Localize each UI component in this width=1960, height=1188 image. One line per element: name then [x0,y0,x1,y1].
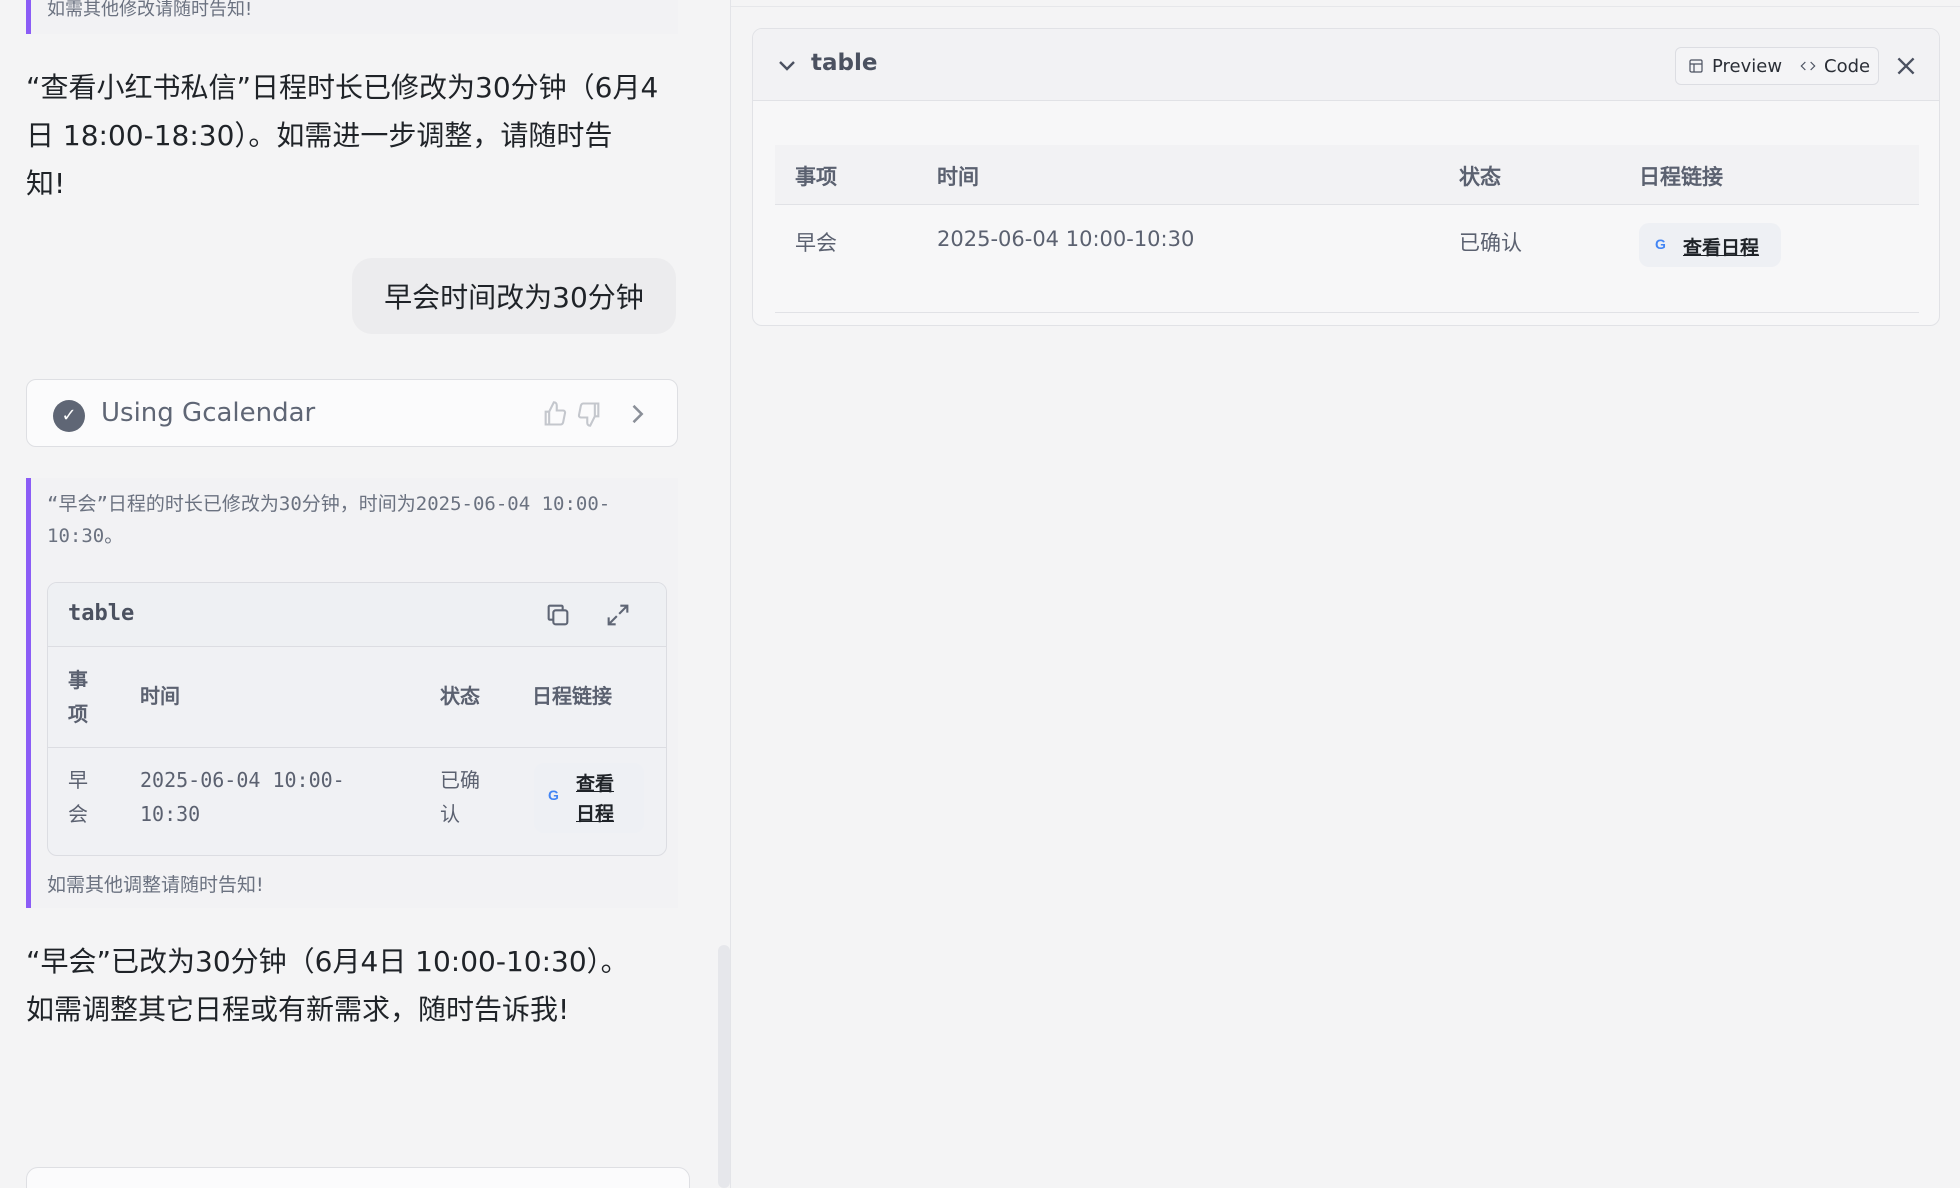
table-header-time: 时间 [140,684,180,708]
table-cell-status: 已确 认 [440,768,480,826]
calendar-link-pill[interactable]: G 查看日程 [1639,223,1781,267]
check-circle-icon: ✓ [53,400,85,432]
tool-call-label: Using Gcalendar [101,398,316,428]
previous-tool-output-quote: 如需其他修改请随时告知! [26,0,678,34]
calendar-link-pill[interactable]: G 查看 日程 [534,763,644,833]
quote-text: 如需其他修改请随时告知! [47,0,253,20]
pane-divider[interactable] [730,0,731,1188]
calendar-link[interactable]: 查看 日程 [576,769,614,829]
table-cell-status: 已确认 [1459,231,1522,255]
next-card-partial [26,1167,690,1188]
table-header-row: 事项 时间 状态 日程链接 [775,145,1919,205]
artifact-panel: table Preview Code 事项 时间 状态 日程链接 早会 2025… [752,28,1940,326]
code-icon [1800,61,1816,71]
table-bottom-border [775,312,1919,313]
table-cell-time: 2025-06-04 10:00-10:30 [937,227,1195,251]
table-cell-time: 2025-06-04 10:00- 10:30 [140,768,345,826]
chat-pane[interactable]: 如需其他修改请随时告知! “查看小红书私信”日程时长已修改为30分钟（6月4 日… [0,0,730,1188]
artifact-title: table [811,50,878,76]
quote-footer: 如需其他调整请随时告知! [47,874,264,896]
close-icon[interactable] [1893,53,1919,79]
chat-scrollbar[interactable] [718,945,730,1188]
assistant-message-line: “早会”已改为30分钟（6月4日 10:00-10:30）。 [26,945,629,978]
artifact-header: table Preview Code [753,29,1939,101]
view-toggle: Preview Code [1675,47,1879,85]
assistant-message-line: 日 18:00-18:30）。如需进一步调整，请随时告 [26,119,613,152]
preview-button[interactable]: Preview [1688,48,1782,84]
table-header-item: 事 项 [68,668,88,726]
code-label: Code [1824,55,1871,77]
column-header-status: 状态 [1459,165,1501,189]
copy-icon[interactable] [544,601,572,629]
assistant-message-line: 知! [26,167,66,200]
code-button[interactable]: Code [1798,48,1870,84]
tool-call-card[interactable]: ✓ Using Gcalendar [26,379,678,447]
chevron-right-icon[interactable] [623,400,651,428]
table-block-title: table [68,601,135,626]
table-header-status: 状态 [440,684,480,708]
calendar-link[interactable]: 查看日程 [1683,233,1759,260]
google-icon: G [548,787,559,803]
table-divider [48,747,666,748]
column-header-link: 日程链接 [1639,165,1723,189]
layout-icon [1689,59,1703,73]
preview-label: Preview [1712,55,1783,77]
column-header-time: 时间 [937,165,979,189]
table-cell-item: 早会 [795,231,837,255]
assistant-message: “查看小红书私信”日程时长已修改为30分钟（6月4 日 18:00-18:30）… [26,64,658,208]
table-header-link: 日程链接 [532,684,612,708]
assistant-message: “早会”已改为30分钟（6月4日 10:00-10:30）。 如需调整其它日程或… [26,938,629,1034]
tool-output-quote: “早会”日程的时长已修改为30分钟，时间为2025-06-04 10:00- 1… [26,478,678,908]
user-message-bubble: 早会时间改为30分钟 [352,258,676,334]
quote-line: “早会”日程的时长已修改为30分钟，时间为2025-06-04 10:00- [47,493,611,515]
column-header-item: 事项 [795,165,837,189]
assistant-message-line: 如需调整其它日程或有新需求，随时告诉我! [26,993,570,1026]
assistant-message-line: “查看小红书私信”日程时长已修改为30分钟（6月4 [26,71,659,104]
chevron-down-icon[interactable] [775,53,799,77]
thumbs-down-icon[interactable] [575,400,603,428]
quote-line: 10:30。 [47,525,124,547]
table-block-header: table [48,583,666,647]
google-icon: G [1655,236,1666,252]
table-cell-item: 早 会 [68,768,88,826]
expand-icon[interactable] [604,601,632,629]
user-message-text: 早会时间改为30分钟 [384,281,644,314]
thumbs-up-icon[interactable] [541,400,569,428]
table-code-block: table 事 项 时间 状态 日程链接 早 会 2025-06-04 10:0… [47,582,667,856]
